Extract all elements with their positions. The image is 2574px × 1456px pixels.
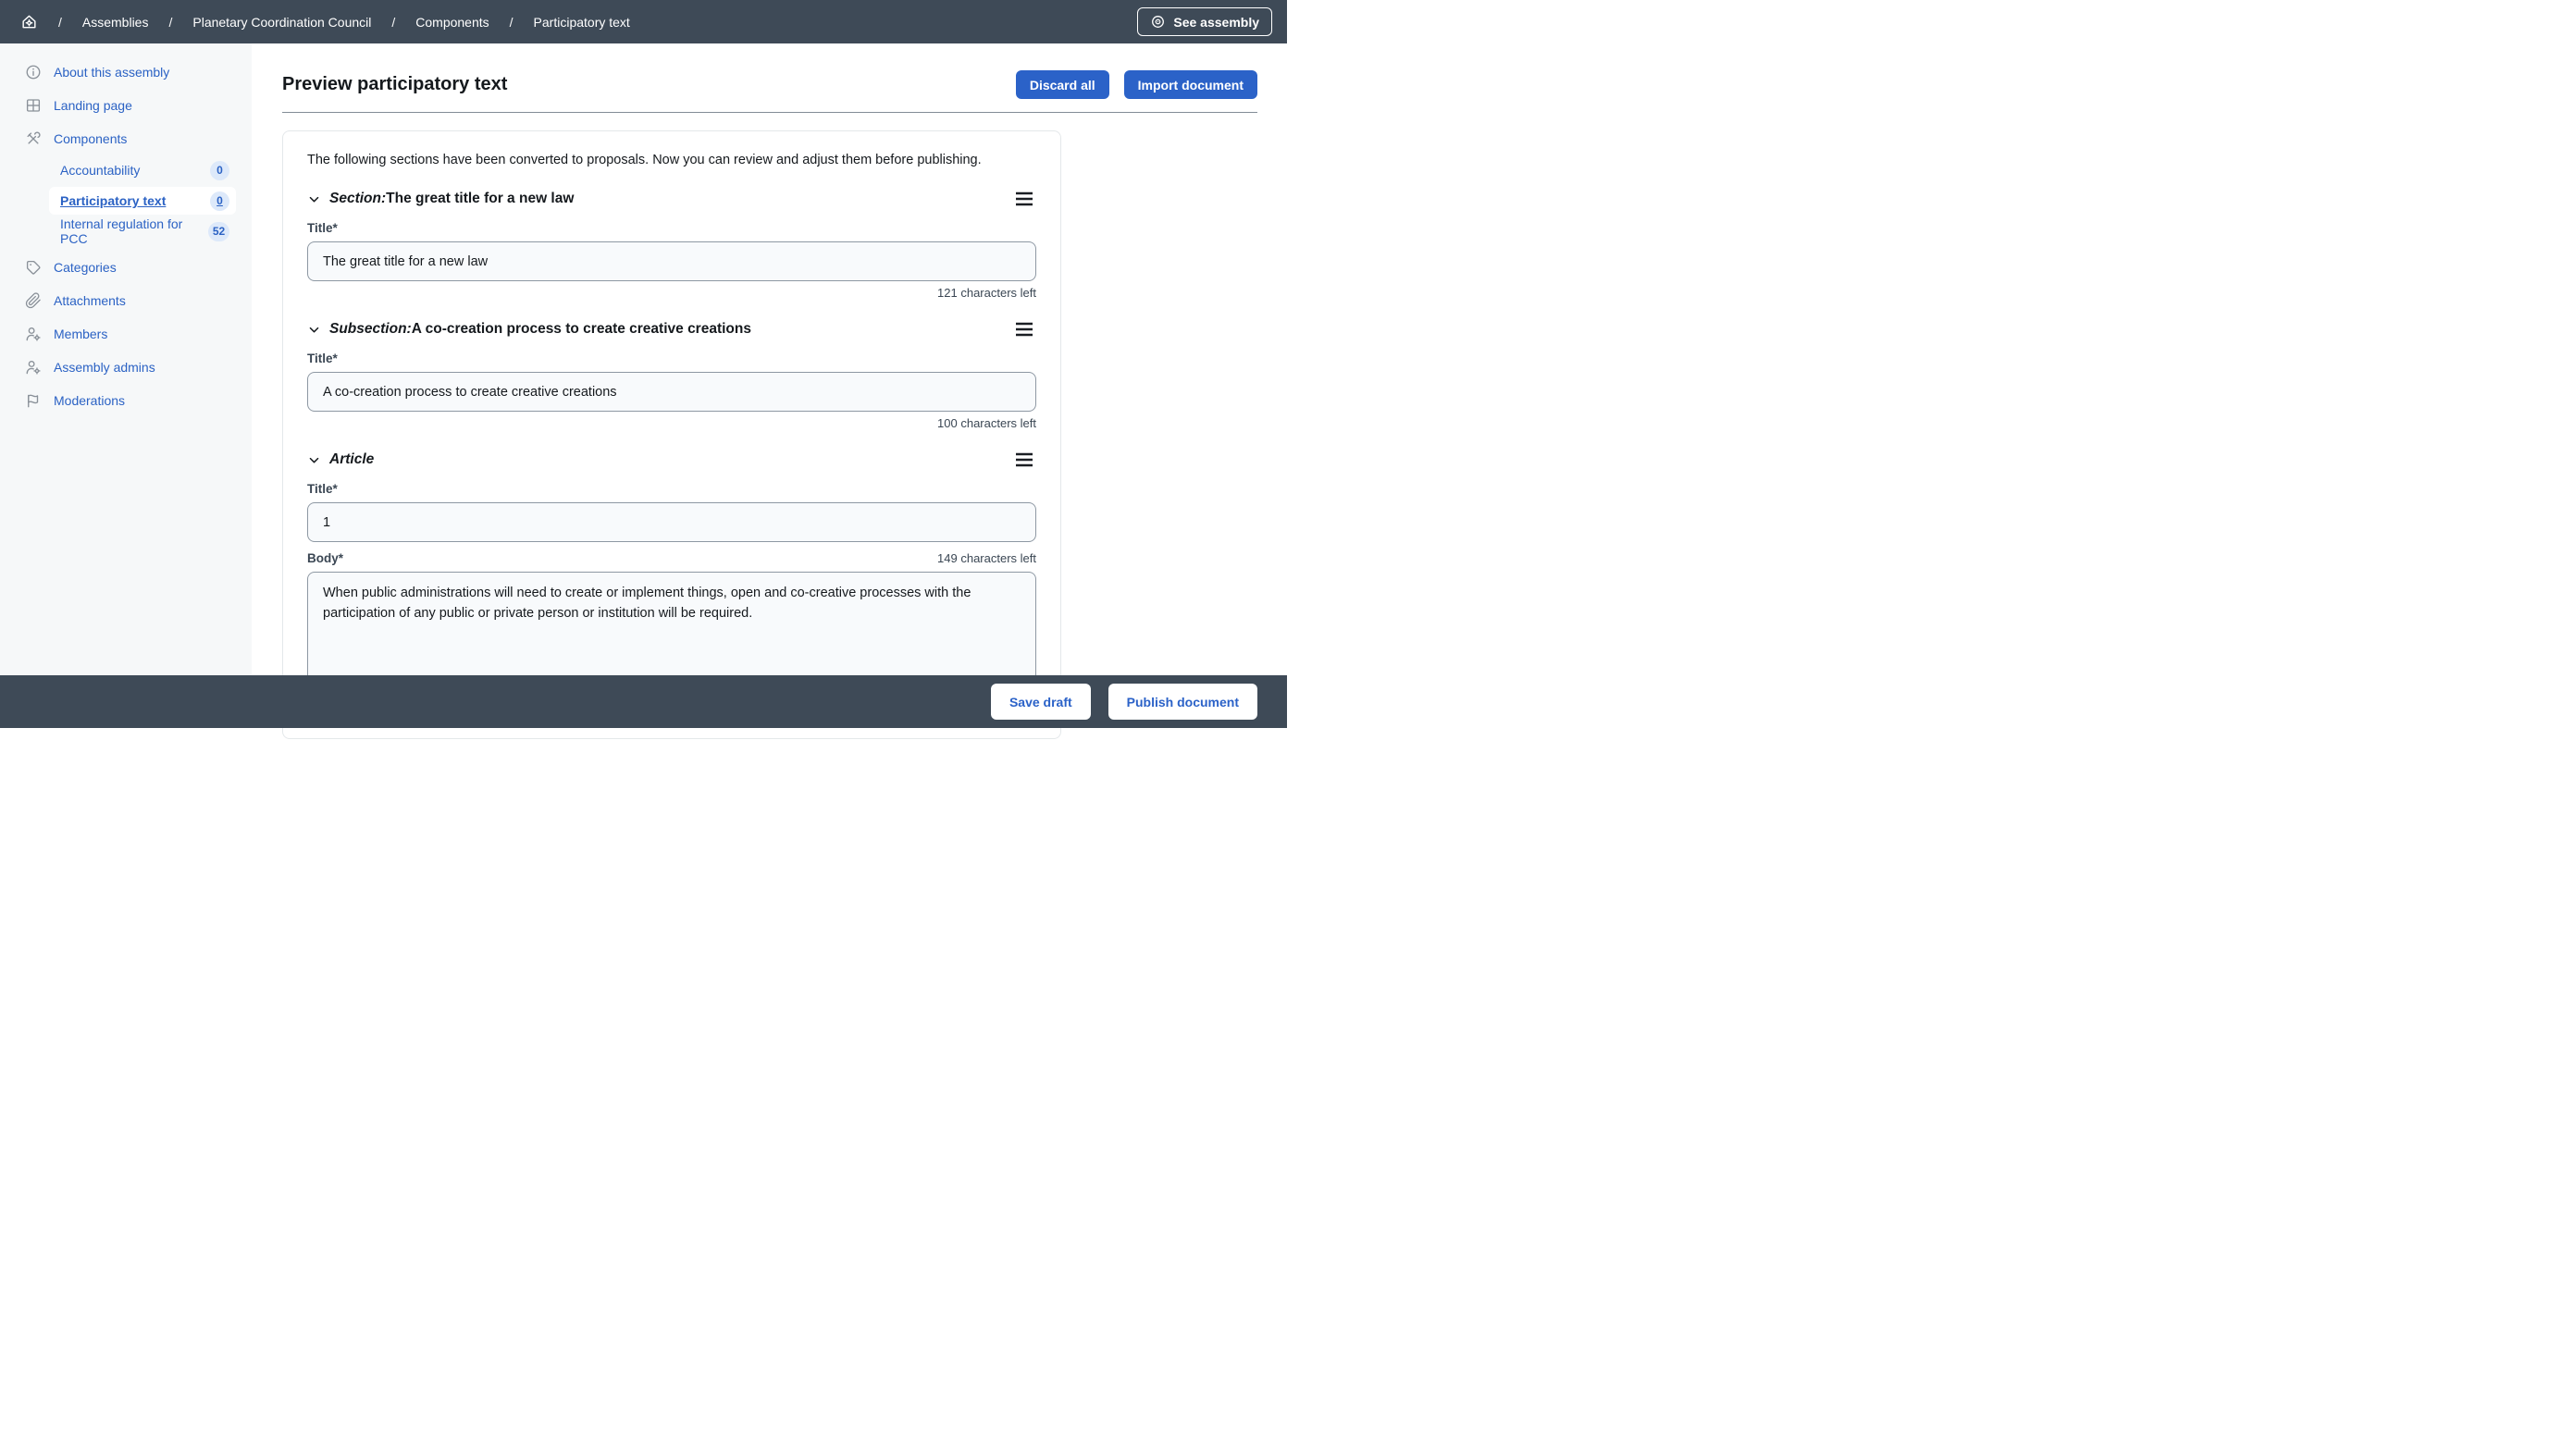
count-badge: 0 (210, 161, 229, 180)
topbar: / Assemblies / Planetary Coordination Co… (0, 0, 1287, 43)
header-divider (282, 112, 1257, 113)
title-field-label: Title* (307, 221, 1036, 235)
section-block: Section:The great title for a new law Ti… (307, 190, 1036, 300)
sidebar-item-label: Landing page (54, 98, 132, 113)
user-gear-icon (25, 359, 42, 376)
breadcrumb-separator: / (168, 15, 172, 30)
breadcrumb-separator: / (391, 15, 395, 30)
sidebar-item-label: Moderations (54, 393, 125, 408)
sidebar-item-landing-page[interactable]: Landing page (0, 89, 252, 122)
info-icon (25, 64, 42, 80)
section-heading: The great title for a new law (386, 191, 574, 207)
breadcrumb: / Assemblies / Planetary Coordination Co… (20, 13, 630, 31)
chevron-down-icon[interactable] (307, 323, 321, 337)
flag-icon (25, 392, 42, 409)
sidebar-item-moderations[interactable]: Moderations (0, 384, 252, 417)
article-title-input[interactable] (307, 502, 1036, 542)
sidebar-item-label: Internal regulation for PCC (60, 216, 208, 246)
breadcrumb-separator: / (58, 15, 62, 30)
drag-handle-icon[interactable] (1012, 190, 1036, 208)
intro-text: The following sections have been convert… (307, 151, 1036, 169)
section-type-label: Section: (329, 191, 386, 207)
paperclip-icon (25, 292, 42, 309)
see-assembly-label: See assembly (1173, 15, 1259, 30)
sidebar-item-label: Assembly admins (54, 360, 155, 375)
sidebar-item-about-assembly[interactable]: About this assembly (0, 56, 252, 89)
main-content: Preview participatory text Discard all I… (252, 43, 1287, 728)
eye-icon (1150, 14, 1166, 30)
count-badge: 0 (210, 191, 229, 211)
sidebar: About this assembly Landing page Compo (0, 43, 252, 728)
breadcrumb-home-link[interactable] (20, 13, 38, 31)
home-gear-icon (20, 13, 38, 31)
section-type-label: Article (329, 451, 374, 468)
sidebar-item-label: Components (54, 131, 127, 146)
preview-card: The following sections have been convert… (282, 130, 1061, 739)
characters-left: 100 characters left (307, 416, 1036, 430)
characters-left: 121 characters left (307, 286, 1036, 300)
bottom-action-bar: Save draft Publish document (0, 675, 1287, 728)
sidebar-item-participatory-text[interactable]: Participatory text 0 (49, 187, 236, 215)
sidebar-item-label: Members (54, 327, 107, 341)
sidebar-item-internal-regulation[interactable]: Internal regulation for PCC 52 (49, 217, 236, 245)
sidebar-item-label: Participatory text (60, 193, 166, 208)
section-type-label: Subsection: (329, 321, 412, 338)
chevron-down-icon[interactable] (307, 453, 321, 467)
drag-handle-icon[interactable] (1012, 450, 1036, 469)
body-field-label: Body* (307, 551, 343, 565)
section-title-input[interactable] (307, 241, 1036, 281)
breadcrumb-separator: / (510, 15, 514, 30)
chevron-down-icon[interactable] (307, 192, 321, 206)
title-field-label: Title* (307, 482, 1036, 496)
discard-all-button[interactable]: Discard all (1016, 70, 1109, 99)
count-badge: 52 (208, 222, 229, 241)
sidebar-item-accountability[interactable]: Accountability 0 (49, 156, 236, 184)
breadcrumb-participatory-text[interactable]: Participatory text (534, 15, 630, 30)
tools-icon (25, 130, 42, 147)
characters-left: 149 characters left (937, 551, 1036, 565)
sidebar-item-members[interactable]: Members (0, 317, 252, 351)
title-field-label: Title* (307, 352, 1036, 365)
breadcrumb-assemblies[interactable]: Assemblies (82, 15, 149, 30)
see-assembly-button[interactable]: See assembly (1137, 7, 1272, 36)
sidebar-item-label: Categories (54, 260, 117, 275)
section-title-input[interactable] (307, 372, 1036, 412)
section-block: Subsection:A co-creation process to crea… (307, 320, 1036, 430)
sidebar-item-categories[interactable]: Categories (0, 251, 252, 284)
drag-handle-icon[interactable] (1012, 320, 1036, 339)
tag-icon (25, 259, 42, 276)
page-title: Preview participatory text (282, 74, 507, 95)
section-heading: A co-creation process to create creative… (412, 321, 751, 338)
publish-document-button[interactable]: Publish document (1108, 684, 1257, 720)
sidebar-item-label: About this assembly (54, 65, 169, 80)
user-gear-icon (25, 326, 42, 342)
sidebar-item-components[interactable]: Components (0, 122, 252, 155)
sidebar-item-label: Attachments (54, 293, 126, 308)
layout-icon (25, 97, 42, 114)
breadcrumb-assembly-name[interactable]: Planetary Coordination Council (192, 15, 371, 30)
sidebar-item-assembly-admins[interactable]: Assembly admins (0, 351, 252, 384)
save-draft-button[interactable]: Save draft (991, 684, 1091, 720)
import-document-button[interactable]: Import document (1124, 70, 1257, 99)
breadcrumb-components[interactable]: Components (415, 15, 489, 30)
components-sub-list: Accountability 0 Participatory text 0 In… (0, 155, 252, 251)
sidebar-item-attachments[interactable]: Attachments (0, 284, 252, 317)
section-block: Article Title* Body* 149 characters left… (307, 450, 1036, 710)
sidebar-item-label: Accountability (60, 163, 140, 178)
